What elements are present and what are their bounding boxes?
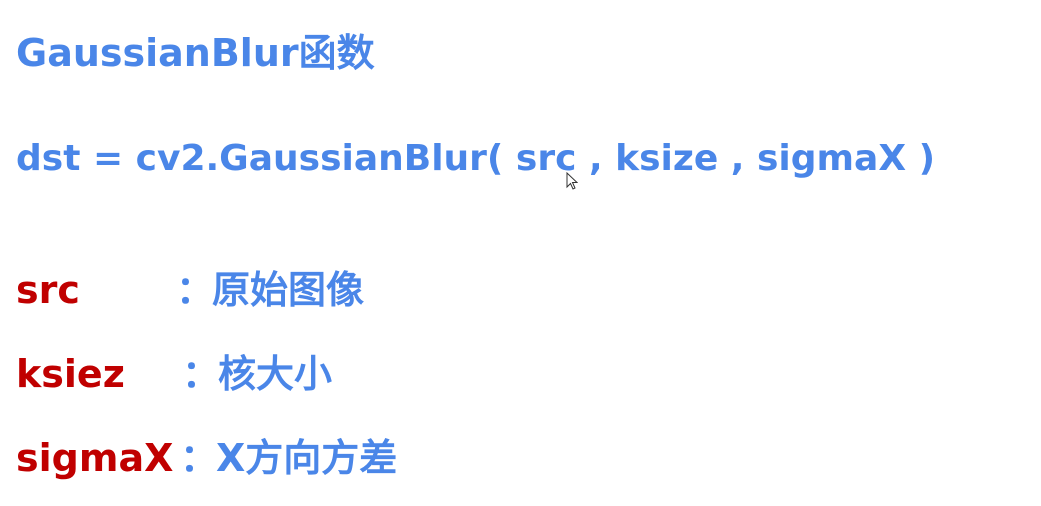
function-signature: dst = cv2.GaussianBlur( src , ksize , si… (16, 138, 936, 179)
param-name-sigmax: sigmaX (16, 436, 174, 480)
param-desc-src: 原始图像 (212, 268, 365, 312)
param-row-src: src ： 原始图像 (16, 265, 916, 315)
param-desc-sigmax: X方向方差 (216, 436, 398, 480)
param-colon-src: ： (176, 268, 215, 312)
param-name-src: src (16, 268, 80, 312)
page-title: GaussianBlur函数 (16, 31, 375, 75)
param-colon-ksize: ： (182, 352, 221, 396)
param-desc-ksize: 核大小 (218, 352, 333, 396)
param-colon-sigmax: ： (180, 436, 219, 480)
param-row-sigmax: sigmaX ： X方向方差 (16, 433, 916, 483)
param-name-ksize: ksiez (16, 352, 125, 396)
param-row-ksize: ksiez ： 核大小 (16, 349, 916, 399)
mouse-pointer-icon (566, 172, 578, 190)
